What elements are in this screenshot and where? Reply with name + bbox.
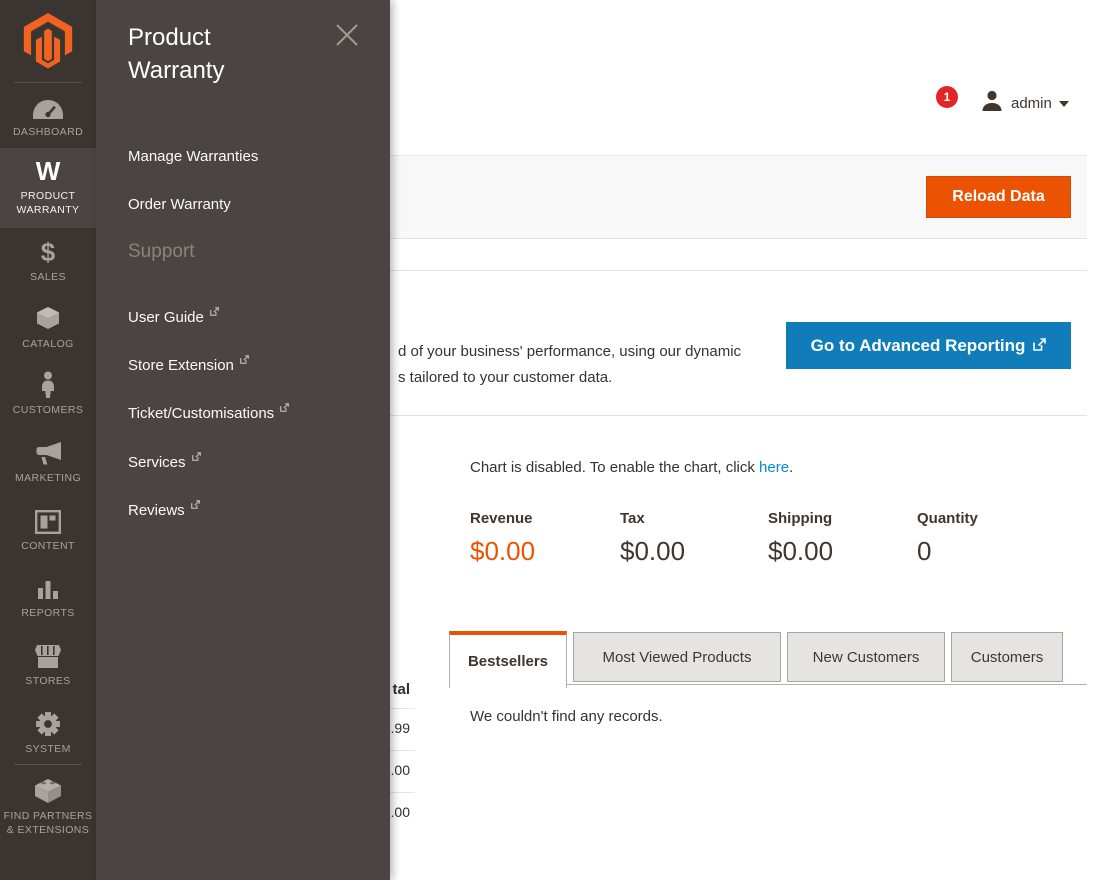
advanced-reporting-text-line2: s tailored to your customer data. — [398, 369, 613, 386]
menu-item-reviews[interactable]: Reviews — [128, 496, 200, 519]
advanced-reporting-text-line1: d of your business' performance, using o… — [398, 343, 742, 360]
tab-new-customers[interactable]: New Customers — [787, 632, 945, 682]
external-link-icon — [190, 496, 200, 513]
reports-icon — [0, 574, 96, 601]
menu-item-ticket-customisations[interactable]: Ticket/Customisations — [128, 399, 290, 422]
sidebar-item-content[interactable]: CONTENT — [0, 507, 96, 553]
product-warranty-flyout: Product Warranty Manage Warranties Order… — [96, 0, 390, 880]
external-link-icon — [1033, 336, 1047, 356]
stat-label: Shipping — [768, 510, 833, 527]
sidebar-divider — [14, 764, 82, 765]
caret-down-icon — [1058, 101, 1069, 107]
sidebar-item-marketing[interactable]: MARKETING — [0, 439, 96, 485]
sidebar-divider — [14, 82, 82, 83]
stat-value: $0.00 — [768, 536, 834, 566]
stat-shipping: Shipping $0.00 — [768, 510, 833, 567]
sidebar-item-find-partners[interactable]: FIND PARTNERS & EXTENSIONS — [0, 777, 96, 837]
stat-label: Quantity — [917, 510, 978, 527]
stat-tax: Tax $0.00 — [620, 510, 685, 567]
tab-bestsellers[interactable]: Bestsellers — [449, 631, 567, 688]
stat-value: $0.00 — [470, 536, 536, 566]
external-link-icon — [239, 351, 249, 368]
marketing-icon — [0, 439, 96, 466]
sidebar-item-product-warranty[interactable]: W PRODUCT WARRANTY — [0, 148, 96, 228]
magento-logo[interactable] — [22, 12, 74, 75]
flyout-section-heading: Support — [128, 241, 195, 262]
go-to-advanced-reporting-button[interactable]: Go to Advanced Reporting — [786, 322, 1071, 369]
sidebar-item-reports[interactable]: REPORTS — [0, 574, 96, 620]
sales-icon: $ — [40, 237, 56, 267]
account-menu[interactable]: admin — [980, 90, 1069, 116]
tab-most-viewed-products[interactable]: Most Viewed Products — [573, 632, 781, 682]
menu-item-order-warranty[interactable]: Order Warranty — [128, 196, 231, 213]
sidebar-item-stores[interactable]: STORES — [0, 642, 96, 688]
system-icon — [0, 710, 96, 737]
stores-icon — [0, 642, 96, 669]
sidebar: DASHBOARD W PRODUCT WARRANTY $ SALES CAT… — [0, 0, 96, 880]
menu-item-store-extension[interactable]: Store Extension — [128, 351, 249, 374]
stat-label: Revenue — [470, 510, 533, 527]
menu-item-manage-warranties[interactable]: Manage Warranties — [128, 148, 258, 165]
sidebar-item-dashboard[interactable]: DASHBOARD — [0, 93, 96, 139]
enable-chart-link[interactable]: here — [759, 459, 789, 476]
dashboard-icon — [0, 93, 96, 120]
find-partners-icon — [0, 777, 96, 804]
catalog-icon — [0, 305, 96, 332]
content-icon — [0, 507, 96, 534]
menu-item-services[interactable]: Services — [128, 448, 201, 471]
chart-disabled-notice: Chart is disabled. To enable the chart, … — [470, 459, 794, 476]
user-avatar-icon — [980, 89, 1004, 118]
sidebar-item-catalog[interactable]: CATALOG — [0, 305, 96, 351]
sidebar-item-system[interactable]: SYSTEM — [0, 710, 96, 756]
table-row-divider — [390, 750, 415, 751]
flyout-close-button[interactable] — [333, 22, 361, 50]
flyout-title: Product Warranty — [128, 24, 225, 84]
external-link-icon — [209, 303, 219, 320]
stat-label: Tax — [620, 510, 645, 527]
stat-quantity: Quantity 0 — [917, 510, 978, 567]
product-warranty-icon: W — [35, 156, 61, 186]
table-row-divider — [390, 792, 415, 793]
tab-customers[interactable]: Customers — [951, 632, 1063, 682]
sidebar-item-customers[interactable]: CUSTOMERS — [0, 371, 96, 417]
reload-data-button[interactable]: Reload Data — [926, 176, 1071, 218]
stat-value: 0 — [917, 536, 932, 566]
magento-admin-dashboard: 1 admin Reload Data d of your business' … — [0, 0, 1120, 880]
stat-value: $0.00 — [620, 536, 686, 566]
sidebar-item-sales[interactable]: $ SALES — [0, 238, 96, 284]
close-icon — [334, 24, 360, 51]
table-row-divider — [390, 708, 415, 709]
customers-icon — [0, 371, 96, 398]
account-username: admin — [1011, 94, 1052, 112]
empty-records-message: We couldn't find any records. — [470, 708, 663, 725]
notification-badge[interactable]: 1 — [936, 86, 958, 108]
external-link-icon — [191, 448, 201, 465]
stat-revenue: Revenue $0.00 — [470, 510, 535, 567]
menu-item-user-guide[interactable]: User Guide — [128, 303, 219, 326]
external-link-icon — [280, 399, 290, 416]
